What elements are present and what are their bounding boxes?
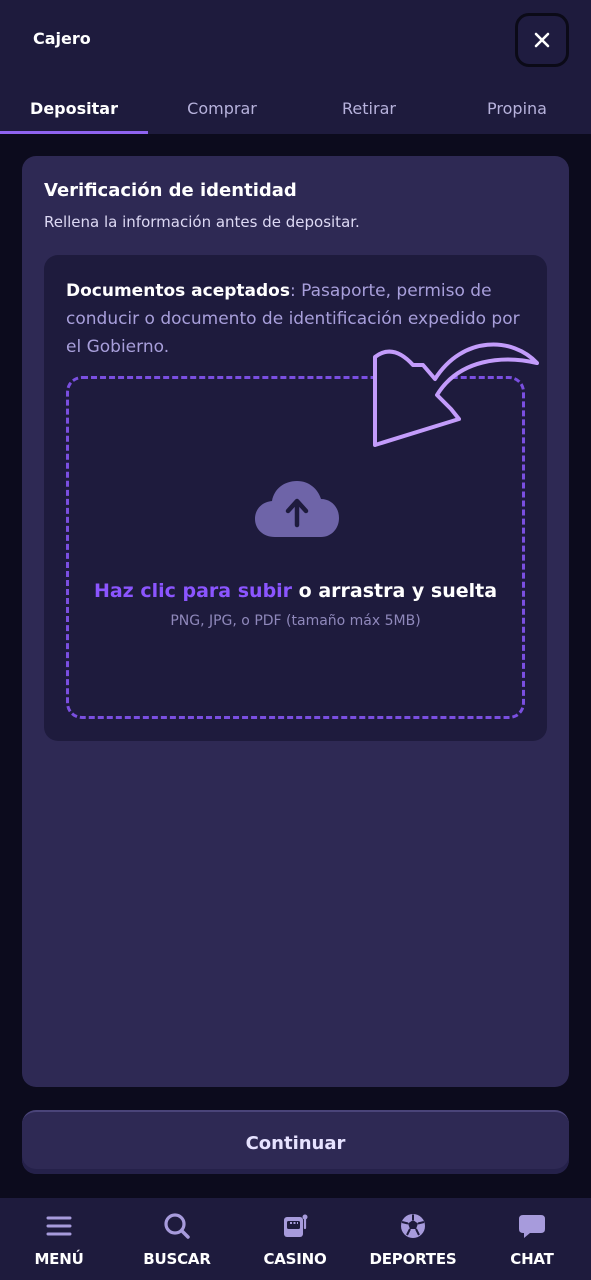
chat-icon bbox=[519, 1215, 545, 1238]
slot-machine-icon bbox=[284, 1214, 308, 1237]
bottom-navigation: MENÚ BUSCAR CASINO DEPORTES CHAT bbox=[0, 1198, 591, 1280]
drag-and-drop-text: o arrastra y suelta bbox=[292, 580, 498, 602]
nav-label-sports: DEPORTES bbox=[369, 1250, 457, 1268]
upload-instructions: Haz clic para subir o arrastra y suelta bbox=[69, 580, 522, 602]
cashier-header: Cajero bbox=[0, 0, 591, 82]
active-tab-indicator bbox=[0, 131, 148, 134]
nav-item-sports[interactable]: DEPORTES bbox=[354, 1198, 472, 1280]
cloud-upload-icon bbox=[255, 481, 339, 537]
cashier-tabs: Depositar Comprar Retirar Propina bbox=[0, 82, 591, 134]
tab-retirar[interactable]: Retirar bbox=[295, 82, 443, 134]
nav-label-menu: MENÚ bbox=[34, 1250, 84, 1268]
nav-item-casino[interactable]: CASINO bbox=[236, 1198, 354, 1280]
continue-button[interactable]: Continuar bbox=[22, 1110, 569, 1174]
nav-item-menu[interactable]: MENÚ bbox=[0, 1198, 118, 1280]
verification-card: Verificación de identidad Rellena la inf… bbox=[22, 156, 569, 1087]
close-icon bbox=[534, 32, 550, 48]
nav-label-casino: CASINO bbox=[263, 1250, 327, 1268]
upload-panel: Documentos aceptados: Pasaporte, permiso… bbox=[44, 255, 547, 741]
tab-comprar[interactable]: Comprar bbox=[148, 82, 296, 134]
tab-depositar[interactable]: Depositar bbox=[0, 82, 148, 134]
upload-file-hint: PNG, JPG, o PDF (tamaño máx 5MB) bbox=[170, 613, 421, 629]
nav-label-search: BUSCAR bbox=[143, 1250, 211, 1268]
nav-item-search[interactable]: BUSCAR bbox=[118, 1198, 236, 1280]
pointing-arrow-icon bbox=[373, 342, 539, 447]
accepted-documents-label: Documentos aceptados bbox=[66, 281, 290, 301]
verification-title: Verificación de identidad bbox=[44, 180, 297, 201]
close-button[interactable] bbox=[515, 13, 569, 67]
menu-icon bbox=[46, 1216, 72, 1236]
click-to-upload-link[interactable]: Haz clic para subir bbox=[94, 580, 292, 602]
page-title: Cajero bbox=[33, 29, 91, 48]
nav-label-chat: CHAT bbox=[510, 1250, 554, 1268]
tab-propina[interactable]: Propina bbox=[443, 82, 591, 134]
verification-subtitle: Rellena la información antes de deposita… bbox=[44, 213, 360, 231]
nav-item-chat[interactable]: CHAT bbox=[473, 1198, 591, 1280]
soccer-ball-icon bbox=[401, 1214, 425, 1238]
search-icon bbox=[164, 1213, 190, 1239]
